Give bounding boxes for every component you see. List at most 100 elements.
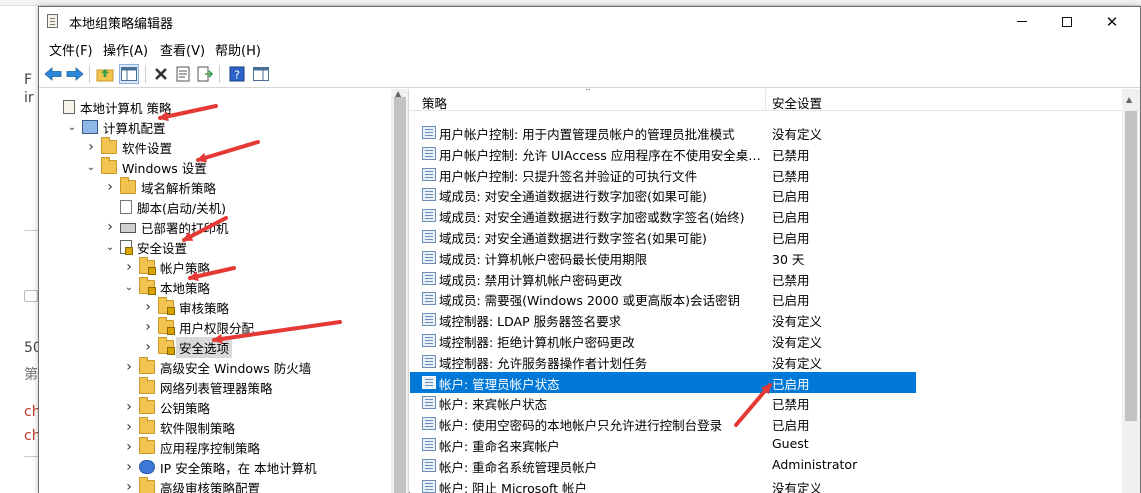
delete-button[interactable] [151,64,171,84]
tree-node[interactable]: ⌄ Windows 设置 [85,157,207,177]
toolbar-separator [145,65,146,83]
computer-icon [82,120,98,134]
expand-chevron-icon[interactable]: › [123,359,135,375]
expand-chevron-icon[interactable]: › [123,259,135,275]
console-tree[interactable]: 本地计算机 策略 ⌄ 计算机配置 › 软件设置 ⌄ Windows 设置 › 域名解析策略脚本(… [39,89,409,493]
expand-chevron-icon[interactable]: › [142,299,154,315]
expand-chevron-icon[interactable]: › [85,139,97,155]
show-hide-tree-icon [121,67,137,81]
expand-chevron-icon[interactable]: › [104,179,116,195]
policy-setting-icon [422,230,436,243]
collapse-chevron-icon[interactable]: ⌄ [104,241,116,253]
tree-node-label: 本地策略 [160,280,211,296]
policy-row[interactable]: 帐户: 重命名系统管理员帐户 Administrator [410,455,916,476]
policy-row[interactable]: 用户帐户控制: 只提升签名并验证的可执行文件 已禁用 [410,164,916,185]
policy-row[interactable]: 用户帐户控制: 允许 UIAccess 应用程序在不使用安全桌面... 已禁用 [410,143,916,164]
tree-node[interactable]: 脚本(启动/关机) [104,197,226,217]
minimize-button[interactable] [999,7,1045,36]
close-button[interactable]: ✕ [1089,7,1135,36]
policy-name: 域成员: 需要强(Windows 2000 或更高版本)会话密钥 [439,293,740,309]
policy-row[interactable]: 域成员: 计算机帐户密码最长使用期限 30 天 [410,247,916,268]
expand-chevron-icon[interactable]: › [123,439,135,455]
properties-button[interactable] [173,64,193,84]
tree-node[interactable]: › 应用程序控制策略 [123,437,260,457]
tree-scrollbar[interactable]: ▲ [391,89,408,493]
scroll-up-icon[interactable]: ▲ [1126,95,1132,104]
action-pane-button[interactable] [251,64,271,84]
tree-node[interactable]: › 高级审核策略配置 [123,477,260,493]
menu-help[interactable]: 帮助(H) [215,40,261,59]
expand-chevron-icon[interactable]: › [142,319,154,335]
tree-node[interactable]: › 域名解析策略 [104,177,216,197]
column-divider[interactable] [765,89,766,111]
expand-chevron-icon[interactable]: › [142,339,154,355]
policy-security-setting: 已启用 [772,293,810,309]
collapse-chevron-icon[interactable]: ⌄ [85,161,97,173]
expand-chevron-icon[interactable]: › [104,219,116,235]
tree-node[interactable]: ⌄ 安全设置 [104,237,187,257]
expand-chevron-icon[interactable]: › [123,479,135,493]
tree-node[interactable]: 网络列表管理器策略 [123,377,273,397]
tree-node[interactable]: › 已部署的打印机 [104,217,228,237]
tree-node[interactable]: › 公钥策略 [123,397,210,417]
policy-name: 用户帐户控制: 允许 UIAccess 应用程序在不使用安全桌面... [439,147,764,163]
export-list-button[interactable] [195,64,215,84]
policy-setting-icon [422,209,436,223]
tree-node[interactable]: ⌄ 计算机配置 [66,117,166,137]
policy-row[interactable]: 帐户: 阻止 Microsoft 帐户 没有定义 [410,476,916,493]
tree-node[interactable]: › IP 安全策略，在 本地计算机 [123,457,317,477]
tree-node[interactable]: › 高级安全 Windows 防火墙 [123,357,311,377]
menu-file[interactable]: 文件(F) [49,40,93,59]
collapse-chevron-icon[interactable]: ⌄ [123,281,135,293]
policy-row[interactable]: 域控制器: 允许服务器操作者计划任务 没有定义 [410,351,916,372]
tree-node[interactable]: › 软件设置 [85,137,172,157]
tree-node[interactable]: 本地计算机 策略 [47,97,171,117]
policy-row[interactable]: 域成员: 需要强(Windows 2000 或更高版本)会话密钥 已启用 [410,288,916,309]
policy-row[interactable]: 域成员: 对安全通道数据进行数字加密(如果可能) 已启用 [410,184,916,205]
policy-row[interactable]: 域成员: 对安全通道数据进行数字加密或数字签名(始终) 已启用 [410,205,916,226]
up-level-button[interactable] [95,64,115,84]
close-icon: ✕ [1105,12,1119,31]
policy-security-setting: 已禁用 [772,397,810,413]
policy-setting-icon [422,313,436,327]
policy-row[interactable]: 用户帐户控制: 用于内置管理员帐户的管理员批准模式 没有定义 [410,122,916,143]
column-header-setting[interactable]: 安全设置 [772,93,822,112]
forward-button[interactable] [65,64,85,84]
policy-setting-icon [422,292,436,306]
tree-node[interactable]: ⌄ 本地策略 [123,277,210,297]
tree-node[interactable]: › 用户权限分配 [142,317,254,337]
menu-action[interactable]: 操作(A) [103,40,148,59]
policy-row[interactable]: 域成员: 禁用计算机帐户密码更改 已禁用 [410,268,916,289]
expand-chevron-icon[interactable]: › [123,459,135,475]
tree-node-label: 高级审核策略配置 [160,480,261,493]
title-bar[interactable]: 本地组策略编辑器 ✕ [39,7,1140,36]
folder-icon [101,137,117,154]
show-hide-tree-button[interactable] [119,64,139,84]
tree-node-label: IP 安全策略，在 本地计算机 [160,460,317,476]
help-button[interactable]: ? [227,64,247,84]
tree-node-label: 脚本(启动/关机) [137,200,226,216]
tree-node[interactable]: › 审核策略 [142,297,229,317]
tree-node[interactable]: › 软件限制策略 [123,417,235,437]
menu-view[interactable]: 查看(V) [160,40,205,59]
list-scrollbar-thumb[interactable] [1125,111,1137,421]
policy-row[interactable]: 域控制器: 拒绝计算机帐户密码更改 没有定义 [410,330,916,351]
expand-chevron-icon[interactable]: › [123,399,135,415]
column-header-policy[interactable]: 策略 [422,93,447,112]
tree-node[interactable]: › 安全选项 [142,336,233,358]
tree-node[interactable]: › 帐户策略 [123,257,210,277]
policy-row[interactable]: 域控制器: LDAP 服务器签名要求 没有定义 [410,309,916,330]
policy-row[interactable]: 帐户: 重命名来宾帐户 Guest [410,434,916,455]
policy-row[interactable]: 帐户: 管理员帐户状态 已启用 [410,371,916,393]
policy-name: 用户帐户控制: 只提升签名并验证的可执行文件 [439,168,698,184]
back-button[interactable] [43,64,63,84]
collapse-chevron-icon[interactable]: ⌄ [66,121,78,133]
maximize-button[interactable] [1044,7,1090,36]
policy-row[interactable]: 帐户: 来宾帐户状态 已禁用 [410,392,916,413]
tree-scrollbar-thumb[interactable] [394,97,406,493]
policy-row[interactable]: 域成员: 对安全通道数据进行数字签名(如果可能) 已启用 [410,226,916,247]
policy-row[interactable]: 帐户: 使用空密码的本地帐户只允许进行控制台登录 已启用 [410,413,916,434]
list-scrollbar[interactable]: ▲ [1122,89,1140,493]
expand-chevron-icon[interactable]: › [123,419,135,435]
policy-name: 域成员: 禁用计算机帐户密码更改 [439,272,623,288]
